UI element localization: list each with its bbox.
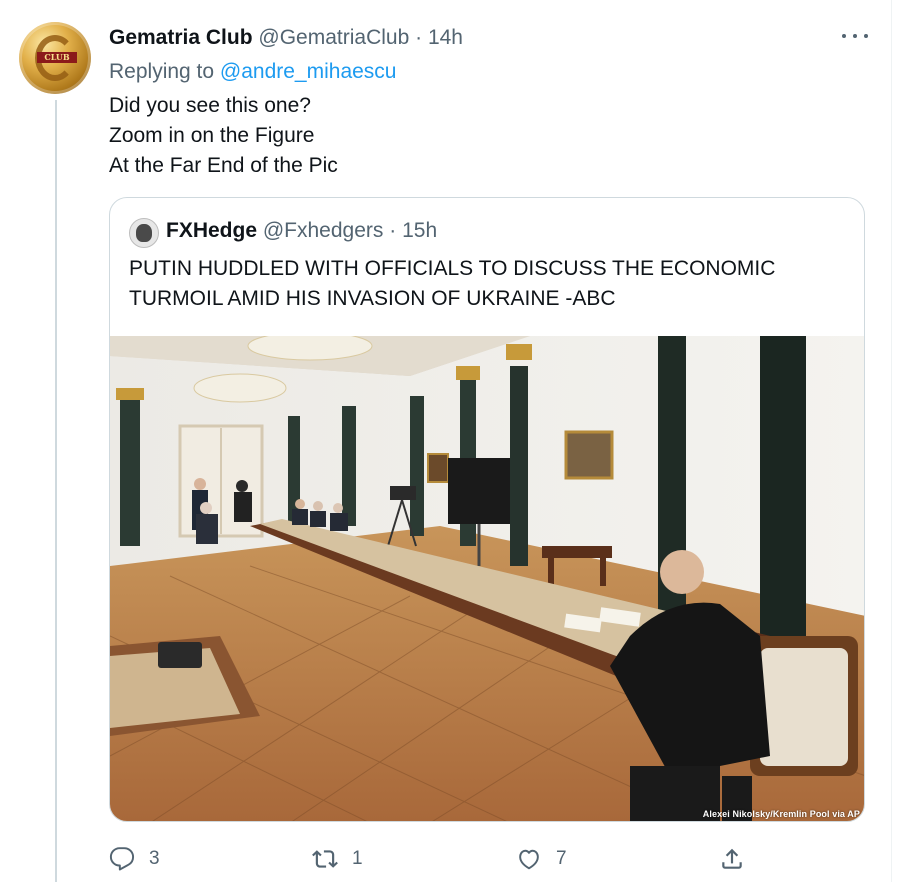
tweet-text: Did you see this one? Zoom in on the Fig… bbox=[109, 91, 338, 181]
photo-credit: Alexei Nikolsky/Kremlin Pool via AP bbox=[702, 809, 860, 819]
retweet-count: 1 bbox=[352, 848, 363, 869]
thread-connector-line bbox=[55, 100, 57, 882]
tweet-text-line: Did you see this one? bbox=[109, 94, 311, 117]
replying-to: Replying to @andre_mihaescu bbox=[109, 59, 397, 85]
quoted-text-line: PUTIN HUDDLED WITH OFFICIALS TO DISCUSS … bbox=[129, 257, 776, 280]
author-handle[interactable]: @GematriaClub bbox=[258, 26, 409, 49]
retweet-button[interactable]: 1 bbox=[312, 842, 363, 876]
more-dot bbox=[853, 34, 857, 38]
more-options-icon[interactable] bbox=[842, 26, 868, 46]
quoted-tweet[interactable]: FXHedge @Fxhedgers · 15h PUTIN HUDDLED W… bbox=[109, 197, 865, 822]
quoted-author-handle: @Fxhedgers bbox=[262, 219, 384, 242]
reply-count: 3 bbox=[149, 848, 160, 869]
tweet-text-line: Zoom in on the Figure bbox=[109, 124, 315, 147]
tweet-actions: 3 1 7 bbox=[0, 842, 905, 876]
retweet-icon bbox=[312, 850, 338, 868]
more-dot bbox=[864, 34, 868, 38]
quoted-photo[interactable]: Alexei Nikolsky/Kremlin Pool via AP bbox=[110, 336, 864, 821]
share-icon bbox=[722, 848, 742, 869]
author-name[interactable]: Gematria Club bbox=[109, 26, 253, 49]
replying-handle-link[interactable]: @andre_mihaescu bbox=[220, 60, 397, 83]
tweet-time[interactable]: 14h bbox=[428, 26, 463, 49]
share-button[interactable] bbox=[719, 842, 745, 876]
reply-button[interactable]: 3 bbox=[109, 842, 160, 876]
author-avatar[interactable]: CLUB bbox=[19, 22, 91, 94]
like-button[interactable]: 7 bbox=[516, 842, 567, 876]
more-dot bbox=[842, 34, 846, 38]
quoted-separator: · bbox=[389, 219, 397, 242]
meeting-room-illustration bbox=[110, 336, 864, 821]
avatar-logo-text: CLUB bbox=[37, 52, 77, 63]
quoted-text-line: TURMOIL AMID HIS INVASION OF UKRAINE -AB… bbox=[129, 287, 616, 310]
quoted-author-avatar bbox=[129, 218, 159, 248]
quoted-time: 15h bbox=[402, 219, 438, 242]
tweet-text-line: At the Far End of the Pic bbox=[109, 154, 338, 177]
quoted-header: FXHedge @Fxhedgers · 15h bbox=[166, 218, 437, 244]
reply-icon bbox=[109, 847, 135, 871]
header-separator: · bbox=[415, 26, 423, 49]
tweet-header: Gematria Club @GematriaClub · 14h bbox=[109, 25, 463, 51]
replying-prefix: Replying to bbox=[109, 60, 215, 83]
column-border bbox=[891, 0, 892, 882]
quoted-text: PUTIN HUDDLED WITH OFFICIALS TO DISCUSS … bbox=[129, 254, 849, 314]
eagle-icon bbox=[136, 224, 152, 242]
like-count: 7 bbox=[556, 848, 567, 869]
like-icon bbox=[519, 849, 539, 870]
quoted-author-name: FXHedge bbox=[166, 219, 258, 242]
